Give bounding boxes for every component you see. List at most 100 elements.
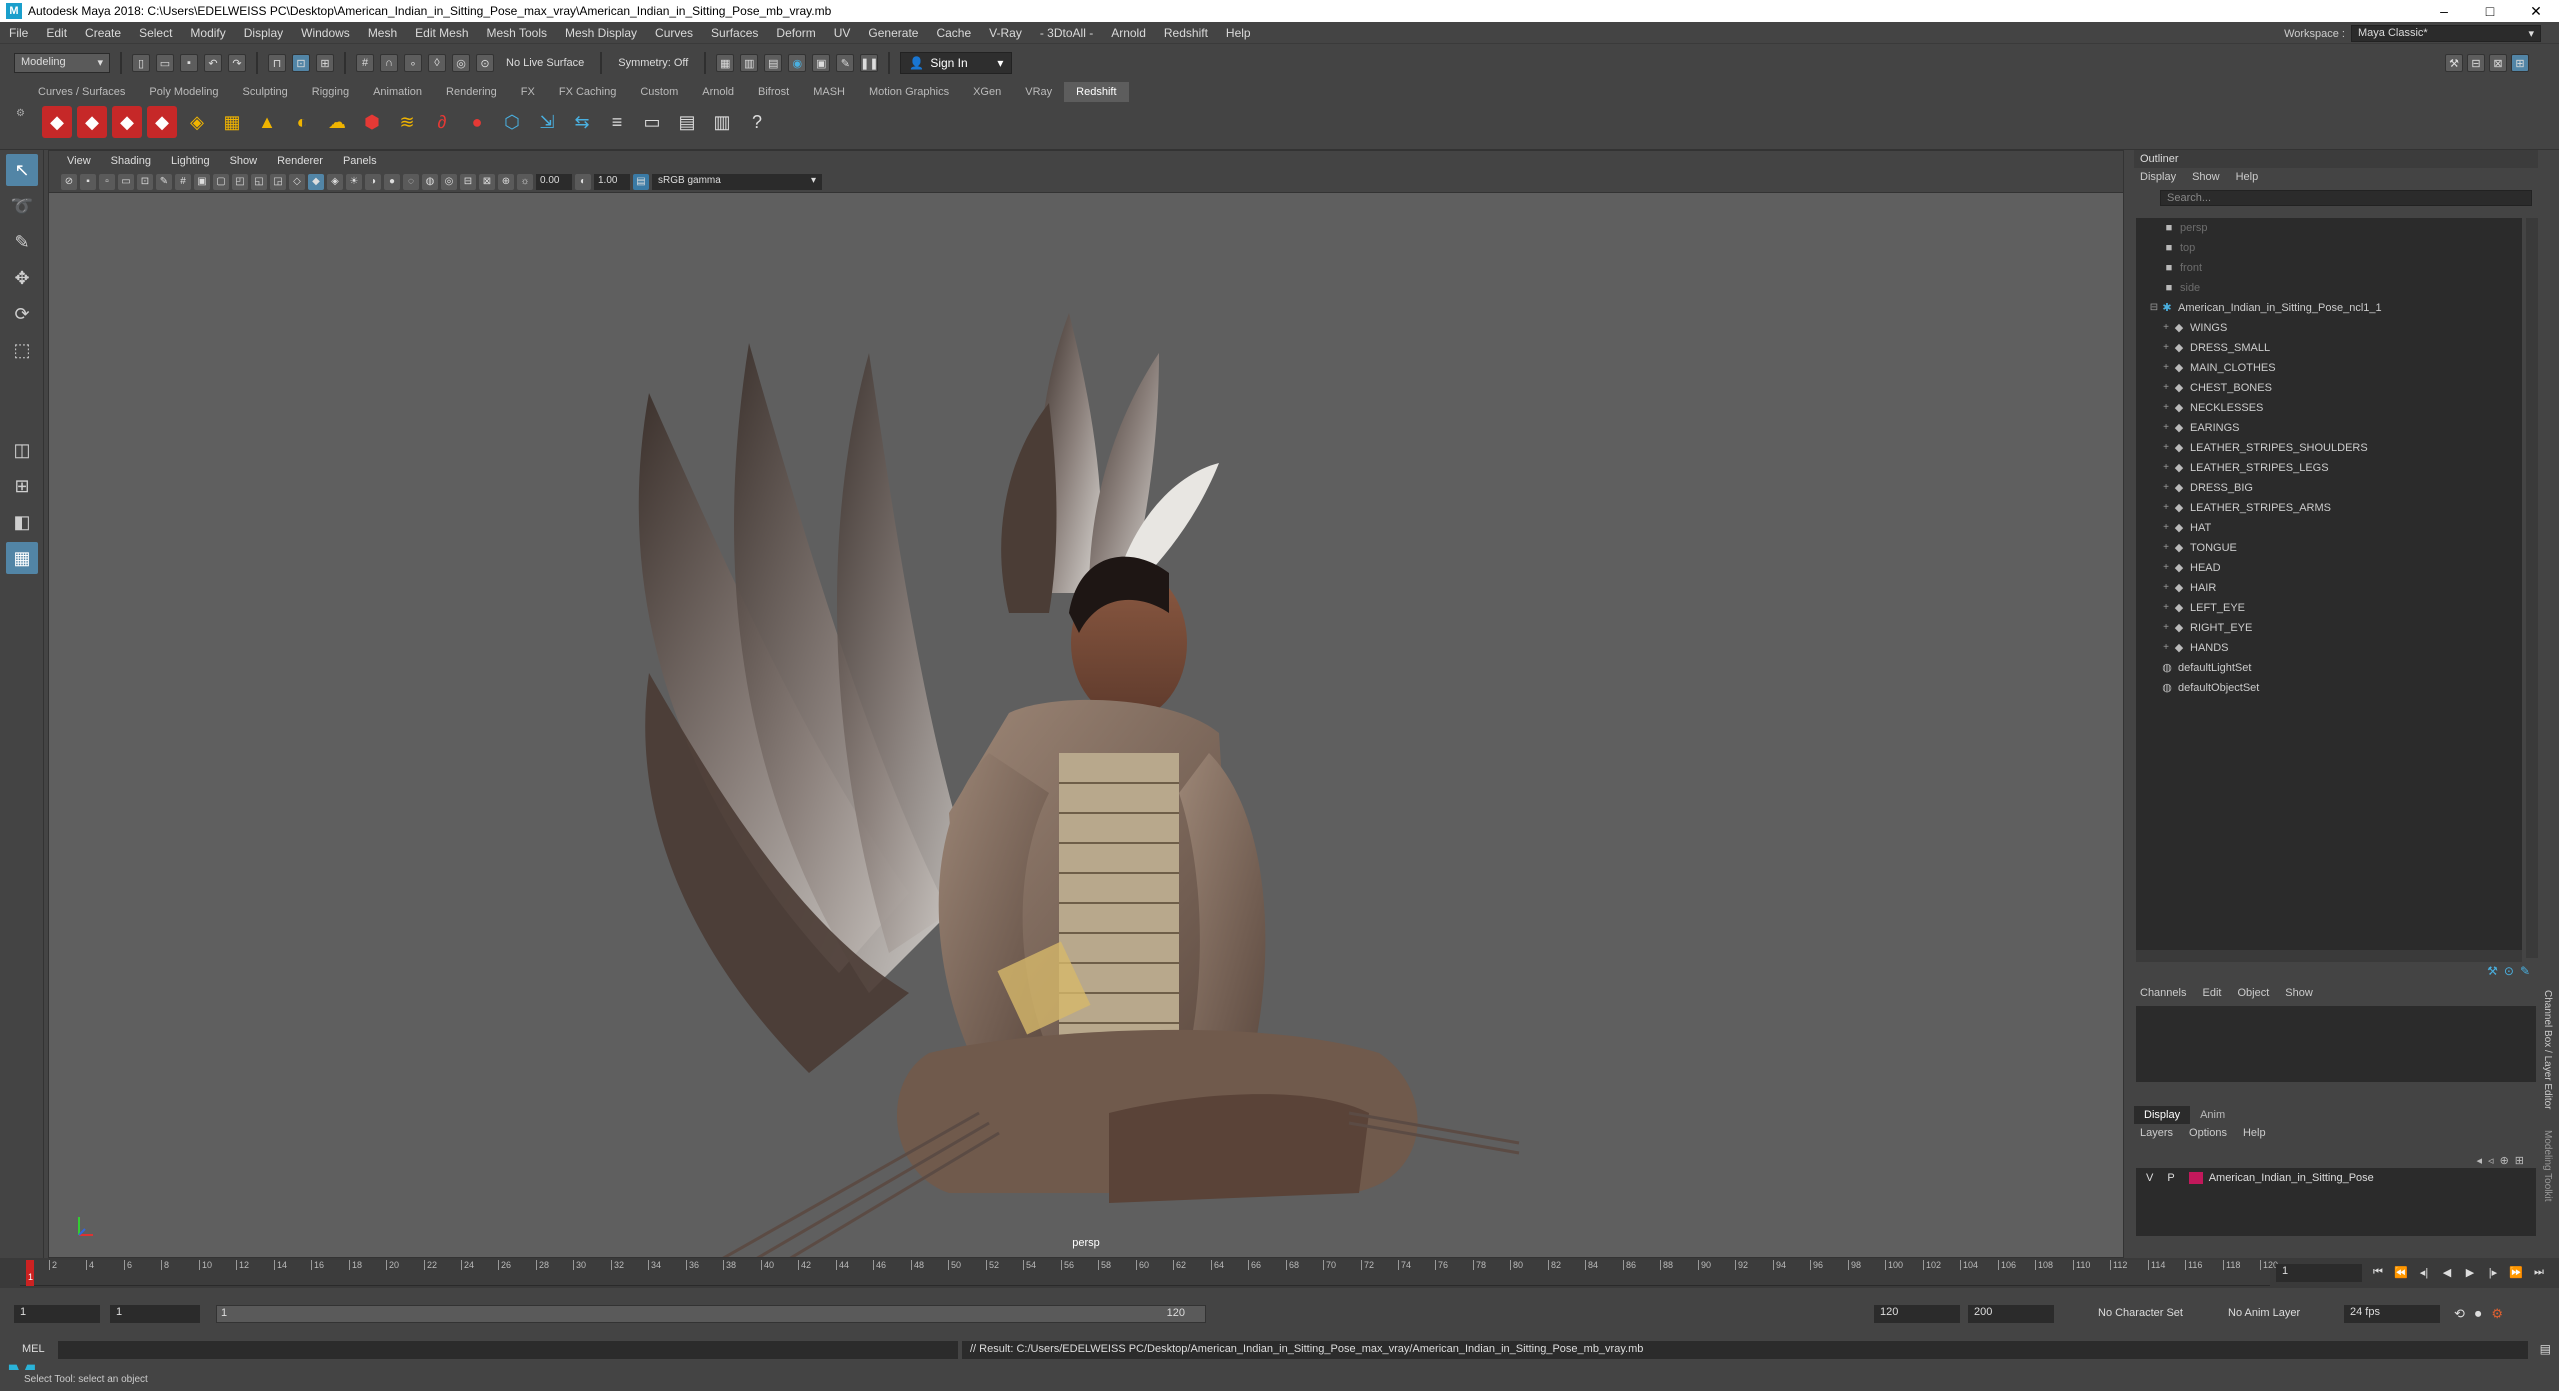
menu-curves[interactable]: Curves (646, 26, 702, 40)
new-scene-icon[interactable]: ▯ (132, 54, 150, 72)
rotate-tool-icon[interactable]: ⟳ (6, 298, 38, 330)
snap-point-icon[interactable]: ∘ (404, 54, 422, 72)
redshift-light-area-icon[interactable]: ◈ (182, 106, 212, 138)
expand-icon[interactable]: + (2160, 438, 2172, 458)
layer-visibility-toggle[interactable]: V (2146, 1172, 2153, 1184)
command-language-label[interactable]: MEL (22, 1343, 45, 1355)
collapse-icon[interactable]: ⊟ (2148, 298, 2160, 318)
menu-windows[interactable]: Windows (292, 26, 359, 40)
redo-icon[interactable]: ↷ (228, 54, 246, 72)
go-to-end-icon[interactable]: ⏭ (2529, 1262, 2549, 1282)
outliner-menu-show[interactable]: Show (2192, 171, 2220, 183)
grid-icon[interactable]: # (175, 173, 191, 190)
bookmark-icon[interactable]: ▫ (99, 173, 115, 190)
shelf-options-icon[interactable]: ⚙ (16, 108, 25, 119)
snap-curve-icon[interactable]: ∩ (380, 54, 398, 72)
outliner-item-dress-small[interactable]: + ◆ DRESS_SMALL (2136, 338, 2522, 358)
viewport-panel[interactable]: View Shading Lighting Show Renderer Pane… (48, 150, 2124, 1345)
expand-icon[interactable]: + (2160, 318, 2172, 338)
snap-grid-icon[interactable]: # (356, 54, 374, 72)
viewport-menu-panels[interactable]: Panels (333, 155, 387, 167)
sign-in-button[interactable]: 👤 Sign In ▾ (900, 52, 1013, 74)
expand-icon[interactable]: + (2160, 558, 2172, 578)
save-scene-icon[interactable]: ▪ (180, 54, 198, 72)
xray-icon[interactable]: ⊠ (479, 173, 495, 190)
expand-icon[interactable]: + (2160, 418, 2172, 438)
outliner-item-tongue[interactable]: + ◆ TONGUE (2136, 538, 2522, 558)
expand-icon[interactable]: + (2160, 498, 2172, 518)
hypershade-icon[interactable]: ◉ (788, 54, 807, 72)
view-transform-dropdown[interactable]: sRGB gamma ▾ (652, 173, 822, 190)
animation-start-field[interactable]: 1 (14, 1305, 100, 1323)
outliner-item-side[interactable]: ■ side (2136, 278, 2522, 298)
gate-mask-icon[interactable]: ◰ (232, 173, 248, 190)
attribute-editor-toggle-icon[interactable]: ⊙ (2504, 964, 2514, 978)
range-slider[interactable]: 1 120 (216, 1305, 1206, 1323)
outliner-item-top[interactable]: ■ top (2136, 238, 2522, 258)
playback-end-field[interactable]: 120 (1874, 1305, 1960, 1323)
shelf-tab-animation[interactable]: Animation (361, 82, 434, 102)
outliner-item-left-eye[interactable]: + ◆ LEFT_EYE (2136, 598, 2522, 618)
ambient-occlusion-icon[interactable]: ● (384, 173, 400, 190)
undo-icon[interactable]: ↶ (204, 54, 222, 72)
shelf-tab-xgen[interactable]: XGen (961, 82, 1013, 102)
channel-box-toggle-icon[interactable]: ⚒ (2487, 964, 2498, 978)
camera-attributes-icon[interactable]: ▪ (80, 173, 96, 190)
menu-modify[interactable]: Modify (181, 26, 234, 40)
expand-icon[interactable]: + (2160, 538, 2172, 558)
scale-tool-icon[interactable]: ⬚ (6, 334, 38, 366)
redshift-light-dome-icon[interactable]: ◐ (287, 106, 317, 138)
layer-row[interactable]: V P American_Indian_in_Sitting_Pose (2136, 1168, 2536, 1188)
command-input[interactable] (58, 1341, 958, 1359)
gamma-icon[interactable]: ◐ (575, 173, 591, 190)
render-frame-icon[interactable]: ▦ (716, 54, 735, 72)
outliner-item-necklesses[interactable]: + ◆ NECKLESSES (2136, 398, 2522, 418)
layer-name[interactable]: American_Indian_in_Sitting_Pose (2209, 1172, 2374, 1184)
render-setup-icon[interactable]: ✎ (836, 54, 855, 72)
menu-surfaces[interactable]: Surfaces (702, 26, 767, 40)
outliner-item-dress-big[interactable]: + ◆ DRESS_BIG (2136, 478, 2522, 498)
outliner-item-main-clothes[interactable]: + ◆ MAIN_CLOTHES (2136, 358, 2522, 378)
render-settings-icon[interactable]: ▤ (764, 54, 783, 72)
expand-icon[interactable]: + (2160, 338, 2172, 358)
expand-icon[interactable]: + (2160, 618, 2172, 638)
expand-icon[interactable]: + (2160, 638, 2172, 658)
viewport-menu-show[interactable]: Show (220, 155, 268, 167)
menu-edit-mesh[interactable]: Edit Mesh (406, 26, 477, 40)
help-icon[interactable]: ? (742, 106, 772, 138)
new-layer-selected-icon[interactable]: ⊞ (2515, 1154, 2524, 1167)
expand-icon[interactable]: + (2160, 478, 2172, 498)
expand-icon[interactable]: + (2160, 458, 2172, 478)
expand-icon[interactable]: + (2160, 578, 2172, 598)
toggle-tool-settings-icon[interactable]: ⊠ (2489, 54, 2507, 72)
menu-create[interactable]: Create (76, 26, 130, 40)
maximize-button[interactable]: □ (2467, 0, 2513, 22)
persp-outliner-layout-icon[interactable]: ◧ (6, 506, 38, 538)
shelf-tab-curves-surfaces[interactable]: Curves / Surfaces (26, 82, 137, 102)
viewport-menu-view[interactable]: View (57, 155, 101, 167)
shelf-tab-bifrost[interactable]: Bifrost (746, 82, 801, 102)
outliner-menu-display[interactable]: Display (2140, 171, 2176, 183)
redshift-volume-icon[interactable]: ⇆ (567, 106, 597, 138)
redshift-environment-icon[interactable]: ≡ (602, 106, 632, 138)
outliner-menu-help[interactable]: Help (2236, 171, 2259, 183)
shelf-tab-fx-caching[interactable]: FX Caching (547, 82, 628, 102)
menu-file[interactable]: File (0, 26, 37, 40)
redshift-snapshot-icon[interactable]: ◆ (147, 106, 177, 138)
exposure-icon[interactable]: ☼ (517, 173, 533, 190)
redshift-ies-icon[interactable]: ≋ (392, 106, 422, 138)
redshift-light-spot-icon[interactable]: ▲ (252, 106, 282, 138)
viewport-menu-renderer[interactable]: Renderer (267, 155, 333, 167)
menu-mesh-tools[interactable]: Mesh Tools (478, 26, 556, 40)
channel-menu-object[interactable]: Object (2237, 987, 2269, 999)
use-all-lights-icon[interactable]: ☀ (346, 173, 362, 190)
tool-settings-toggle-icon[interactable]: ✎ (2520, 964, 2530, 978)
wireframe-icon[interactable]: ◇ (289, 173, 305, 190)
animation-end-field[interactable]: 200 (1968, 1305, 2054, 1323)
anim-layer-dropdown[interactable]: No Anim Layer (2220, 1305, 2309, 1323)
expand-icon[interactable]: + (2160, 598, 2172, 618)
loop-icon[interactable]: ⟲ (2454, 1306, 2465, 1322)
outliner-item-leather-stripes-arms[interactable]: + ◆ LEATHER_STRIPES_ARMS (2136, 498, 2522, 518)
go-to-start-icon[interactable]: ⏮ (2368, 1262, 2388, 1282)
motion-blur-icon[interactable]: ◌ (403, 173, 419, 190)
